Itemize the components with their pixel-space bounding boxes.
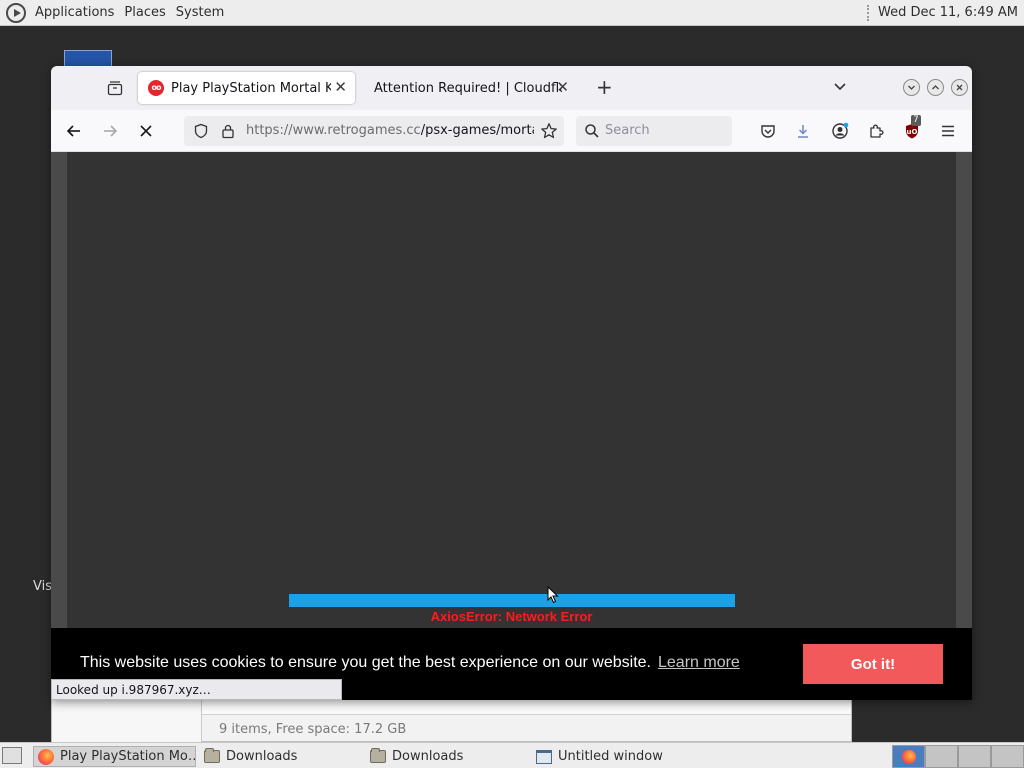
- taskbar-item-firefox[interactable]: Play PlayStation Mo…: [33, 746, 196, 767]
- minimize-button[interactable]: [903, 79, 920, 96]
- search-placeholder: Search: [605, 123, 650, 138]
- puzzle-piece-icon: [870, 124, 884, 138]
- tab-close-icon[interactable]: ✕: [334, 79, 347, 95]
- panel-clock[interactable]: Wed Dec 11, 6:49 AM: [878, 5, 1018, 20]
- learn-more-link[interactable]: Learn more: [658, 654, 740, 671]
- maximize-button[interactable]: [927, 79, 944, 96]
- tab-title: Play PlayStation Mortal Kombat: [171, 80, 331, 96]
- search-icon: [585, 124, 599, 138]
- app-menu-button[interactable]: [938, 121, 958, 141]
- tab-close-icon[interactable]: ✕: [556, 79, 569, 95]
- list-all-tabs-button[interactable]: [832, 78, 848, 98]
- browser-status-panel: Looked up i.987967.xyz…: [51, 679, 342, 700]
- file-manager-status: 9 items, Free space: 17.2 GB: [219, 722, 407, 737]
- top-panel: Applications Places System Wed Dec 11, 6…: [0, 0, 1024, 26]
- desktop-label: Vis: [33, 579, 52, 594]
- workspace-2[interactable]: [925, 745, 958, 768]
- ublock-button[interactable]: uO 7: [902, 115, 922, 141]
- file-manager-sidebar: [52, 699, 202, 743]
- workspace-4[interactable]: [991, 745, 1024, 768]
- workspace-switcher: [892, 745, 1024, 768]
- window-icon: [536, 749, 552, 764]
- downloads-button[interactable]: [793, 121, 813, 141]
- got-it-button[interactable]: Got it!: [803, 644, 943, 684]
- chevron-down-icon: [908, 85, 915, 90]
- firefox-view-button[interactable]: [93, 72, 137, 104]
- distro-logo-icon[interactable]: [6, 2, 26, 23]
- url-text: https://www.retrogames.cc/psx-games/mort…: [246, 123, 534, 138]
- navigation-toolbar: https://www.retrogames.cc/psx-games/mort…: [51, 110, 972, 152]
- close-icon: [140, 125, 152, 137]
- cookie-message-text: This website uses cookies to ensure you …: [80, 654, 651, 671]
- search-input[interactable]: Search: [576, 116, 732, 146]
- arrow-left-icon: [66, 125, 80, 137]
- file-manager-scrollbar[interactable]: [202, 699, 851, 715]
- taskbar-item-label: Downloads: [392, 749, 464, 764]
- close-window-button[interactable]: [951, 79, 968, 96]
- extensions-button[interactable]: [866, 121, 886, 141]
- lock-icon[interactable]: [220, 123, 236, 139]
- panel-menu-bar: Applications Places System: [0, 0, 229, 26]
- hamburger-menu-icon: [942, 125, 954, 137]
- close-icon: [956, 84, 963, 91]
- workspace-1[interactable]: [892, 745, 925, 768]
- taskbar-item-label: Play PlayStation Mo…: [60, 749, 196, 764]
- firefox-icon: [901, 749, 916, 764]
- game-emulator-canvas[interactable]: AxiosError: Network Error: [67, 152, 956, 628]
- back-button[interactable]: [63, 120, 85, 142]
- file-manager-window[interactable]: 9 items, Free space: 17.2 GB: [51, 698, 852, 743]
- url-bar[interactable]: https://www.retrogames.cc/psx-games/mort…: [184, 116, 564, 146]
- account-icon: [832, 122, 849, 139]
- chevron-up-icon: [932, 85, 939, 90]
- taskbar-item-untitled-window[interactable]: Untitled window: [532, 746, 702, 767]
- pocket-icon: [761, 125, 775, 138]
- folder-icon: [370, 748, 386, 763]
- workspace-3[interactable]: [958, 745, 991, 768]
- firefox-icon: [38, 748, 54, 765]
- mouse-cursor-icon: [547, 586, 559, 604]
- url-path: /psx-games/mortal-kombat: [420, 123, 534, 138]
- cookie-message: This website uses cookies to ensure you …: [80, 654, 740, 672]
- forward-button[interactable]: [99, 120, 121, 142]
- bottom-taskbar: Play PlayStation Mo… Downloads Downloads…: [0, 742, 1024, 768]
- menu-applications[interactable]: Applications: [30, 5, 119, 20]
- new-tab-plus-icon[interactable]: +: [596, 76, 613, 98]
- account-button[interactable]: [830, 121, 850, 141]
- folder-icon: [204, 748, 220, 763]
- panel-right: Wed Dec 11, 6:49 AM: [866, 4, 1024, 21]
- chevron-down-icon: [834, 83, 846, 91]
- show-desktop-button[interactable]: [2, 747, 22, 764]
- taskbar-item-downloads-2[interactable]: Downloads: [366, 746, 528, 767]
- page-content: AxiosError: Network Error: [51, 152, 972, 628]
- retrogames-favicon-icon: [148, 80, 164, 96]
- taskbar-item-downloads-1[interactable]: Downloads: [200, 746, 362, 767]
- browser-window: Play PlayStation Mortal Kombat ✕ Attenti…: [51, 66, 972, 700]
- arrow-right-icon: [104, 125, 118, 137]
- tab-bar: Play PlayStation Mortal Kombat ✕ Attenti…: [51, 66, 972, 110]
- url-host: https://www.retrogames.cc: [246, 123, 421, 138]
- panel-grip[interactable]: [866, 4, 869, 21]
- download-icon: [798, 125, 808, 138]
- menu-system[interactable]: System: [171, 5, 229, 20]
- network-error-text: AxiosError: Network Error: [430, 609, 593, 624]
- tracking-shield-icon[interactable]: [193, 123, 209, 139]
- svg-text:uO: uO: [907, 128, 918, 136]
- tab-cloudflare[interactable]: Attention Required! | Cloudflare ✕: [365, 72, 577, 104]
- bookmark-star-icon[interactable]: [540, 122, 558, 140]
- ublock-badge: 7: [911, 115, 921, 126]
- pocket-button[interactable]: [758, 121, 778, 141]
- taskbar-item-label: Untitled window: [558, 749, 663, 764]
- firefox-view-icon: [107, 81, 123, 96]
- stop-loading-button[interactable]: [135, 120, 157, 142]
- taskbar-item-label: Downloads: [226, 749, 298, 764]
- loading-progress-bar: [289, 594, 735, 607]
- tab-title: Attention Required! | Cloudflare: [374, 80, 562, 96]
- tab-mortal-kombat[interactable]: Play PlayStation Mortal Kombat ✕: [138, 72, 355, 104]
- menu-places[interactable]: Places: [119, 5, 170, 20]
